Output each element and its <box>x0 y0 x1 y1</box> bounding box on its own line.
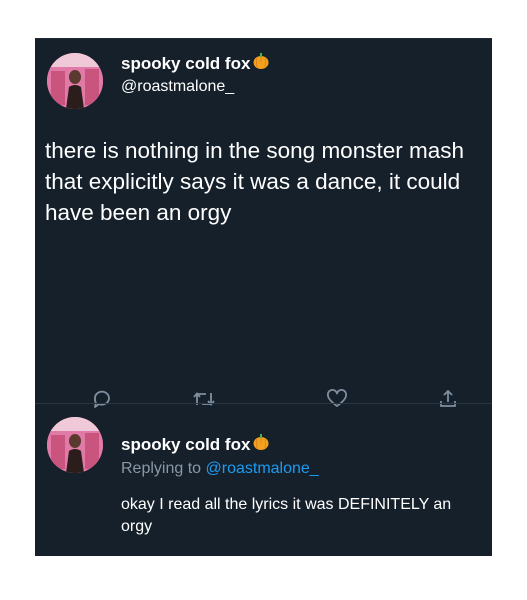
tweet-text: there is nothing in the song monster mas… <box>45 138 464 225</box>
reply-author-avatar[interactable] <box>47 417 103 473</box>
reply-text: okay I read all the lyrics it was DEFINI… <box>121 496 452 535</box>
pumpkin-icon <box>252 52 270 75</box>
author-handle[interactable]: @roastmalone_ <box>121 77 234 97</box>
retweet-button[interactable] <box>190 385 218 413</box>
replying-to-prefix: Replying to <box>121 460 206 477</box>
mention-link[interactable]: @roastmalone_ <box>206 460 319 477</box>
tweet-card: spooky cold fox @roastmalone_ there is n… <box>35 38 492 556</box>
avatar-photo <box>47 417 103 473</box>
reply-icon <box>93 390 110 408</box>
reply-author-name[interactable]: spooky cold fox <box>121 433 270 456</box>
tweet-divider <box>35 403 492 404</box>
tweet-actions <box>35 379 492 419</box>
avatar-photo <box>47 53 103 109</box>
replying-to: Replying to @roastmalone_ <box>121 459 319 479</box>
author-avatar[interactable] <box>47 53 103 109</box>
like-button[interactable] <box>323 385 351 413</box>
author-name[interactable]: spooky cold fox <box>121 52 270 75</box>
like-icon <box>327 389 347 407</box>
share-icon <box>440 389 456 407</box>
share-button[interactable] <box>434 385 462 413</box>
reply-button[interactable] <box>88 385 116 413</box>
retweet-icon <box>193 392 215 406</box>
pumpkin-icon <box>252 433 270 456</box>
reply-author-name-text: spooky cold fox <box>121 434 251 454</box>
author-name-text: spooky cold fox <box>121 53 251 73</box>
